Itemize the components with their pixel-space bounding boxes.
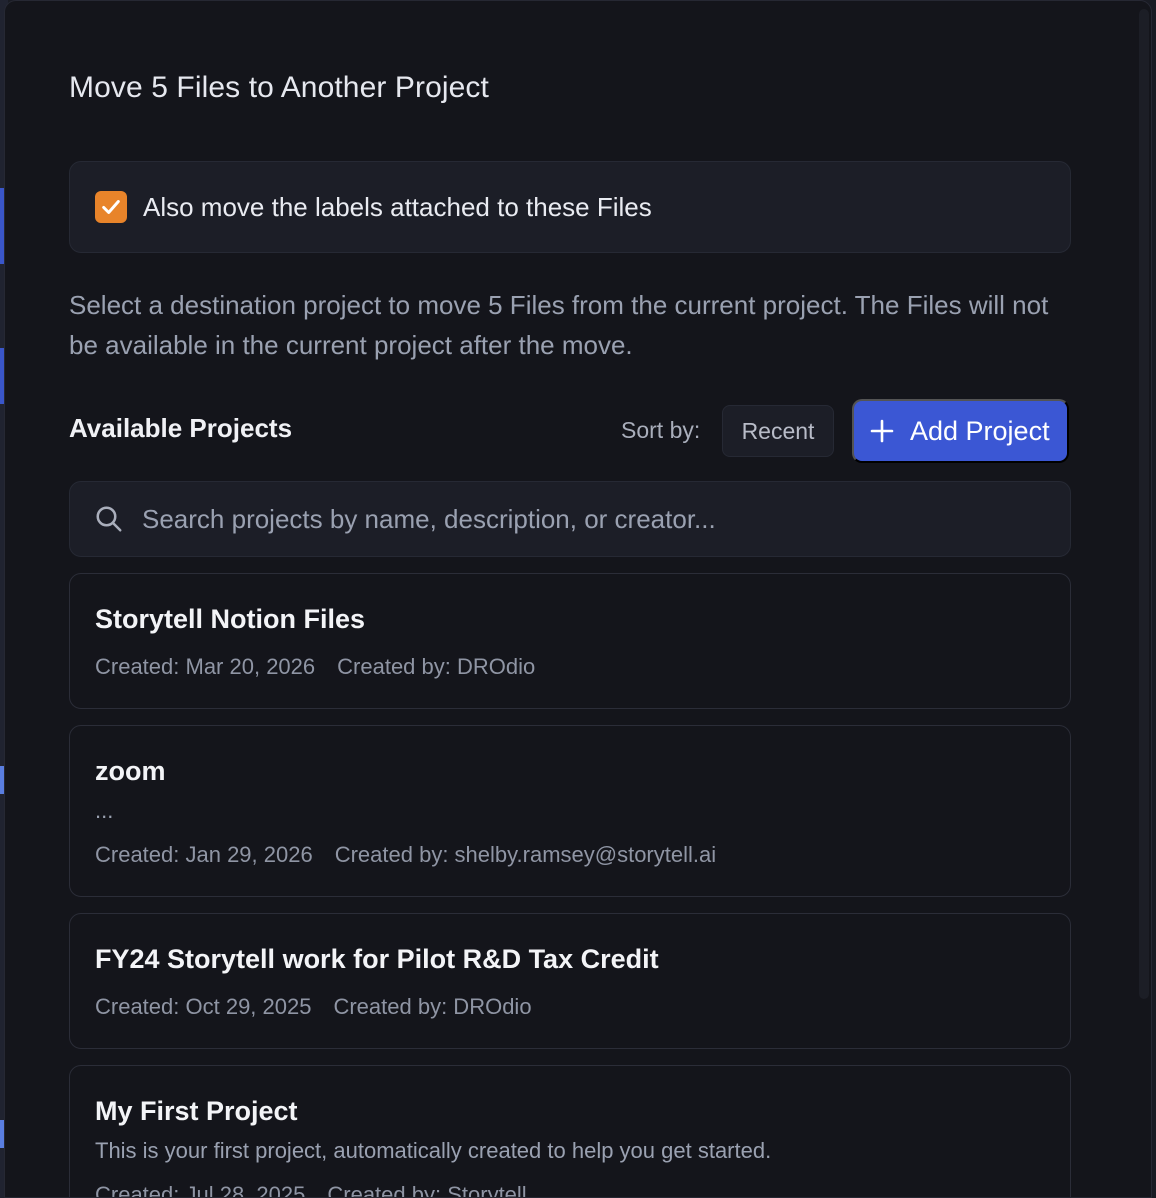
dialog-scrollbar[interactable] (1139, 9, 1149, 999)
sort-label: Sort by: (621, 417, 701, 443)
project-name: zoom (95, 756, 166, 786)
search-input[interactable] (142, 489, 1070, 549)
project-description: ... (95, 798, 114, 823)
search-icon (96, 506, 122, 532)
project-card[interactable]: My First Project This is your first proj… (69, 1065, 1071, 1198)
move-labels-checkbox[interactable] (95, 191, 127, 223)
project-creator: Created by: shelby.ramsey@storytell.ai (334, 842, 717, 867)
project-search[interactable] (69, 481, 1071, 557)
available-projects-heading: Available Projects (69, 413, 293, 443)
project-meta: Created: Jan 29, 2026 Created by: shelby.… (95, 842, 716, 868)
project-card[interactable]: zoom ... Created: Jan 29, 2026 Created by… (69, 725, 1071, 897)
project-creator: Created by: DROdio (333, 994, 532, 1019)
move-files-dialog: Move 5 Files to Another Project Also mov… (4, 0, 1152, 1198)
dialog-title: Move 5 Files to Another Project (69, 71, 489, 104)
sort-value: Recent (741, 417, 815, 444)
plus-icon (870, 419, 894, 443)
project-card[interactable]: FY24 Storytell work for Pilot R&D Tax Cr… (69, 913, 1071, 1049)
project-card[interactable]: Storytell Notion Files Created: Mar 20, … (69, 573, 1071, 709)
dialog-description: Select a destination project to move 5 F… (69, 290, 1049, 360)
project-meta: Created: Jul 28, 2025 Created by: Storyte… (95, 1182, 527, 1198)
move-labels-label: Also move the labels attached to these F… (143, 191, 652, 222)
project-name: FY24 Storytell work for Pilot R&D Tax Cr… (95, 944, 659, 974)
project-creator: Created by: Storytell (327, 1182, 527, 1198)
project-creator: Created by: DROdio (337, 654, 536, 679)
checkmark-icon (102, 200, 120, 214)
sort-dropdown[interactable]: Recent (722, 405, 834, 457)
add-project-label: Add Project (910, 415, 1050, 446)
add-project-button[interactable]: Add Project (852, 399, 1069, 463)
project-created-date: Created: Jul 28, 2025 (95, 1182, 306, 1198)
project-created-date: Created: Mar 20, 2026 (95, 654, 316, 679)
project-name: Storytell Notion Files (95, 604, 366, 634)
project-description: This is your first project, automaticall… (95, 1138, 772, 1163)
project-created-date: Created: Jan 29, 2026 (95, 842, 313, 867)
move-labels-option[interactable]: Also move the labels attached to these F… (69, 161, 1071, 253)
project-meta: Created: Mar 20, 2026 Created by: DROdio (95, 654, 535, 680)
project-meta: Created: Oct 29, 2025 Created by: DROdio (95, 994, 532, 1020)
project-created-date: Created: Oct 29, 2025 (95, 994, 312, 1019)
project-name: My First Project (95, 1096, 298, 1126)
